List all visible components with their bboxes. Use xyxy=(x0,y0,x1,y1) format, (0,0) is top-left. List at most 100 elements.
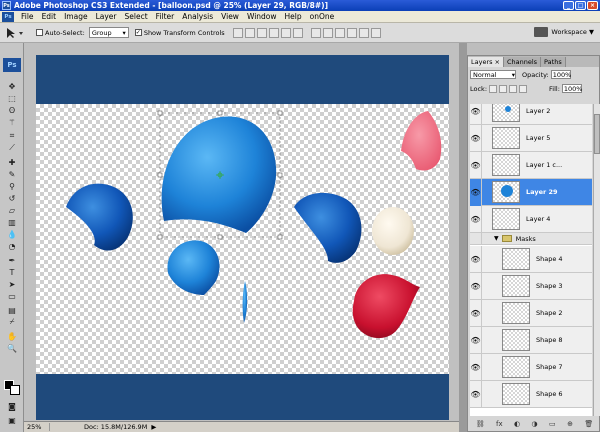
crop-tool-icon[interactable]: ⌗ xyxy=(5,131,19,141)
layer-row[interactable]: 👁 Shape 8 xyxy=(470,326,592,354)
screen-mode-icon[interactable]: ▣ xyxy=(5,415,19,425)
tab-layers[interactable]: Layers × xyxy=(468,57,504,67)
transform-handle[interactable] xyxy=(217,110,223,116)
tab-channels[interactable]: Channels xyxy=(503,57,542,67)
new-layer-icon[interactable]: ⊕ xyxy=(567,420,573,428)
menu-filter[interactable]: Filter xyxy=(152,12,179,21)
layer-row[interactable]: 👁 Layer 4 xyxy=(470,205,592,233)
menu-help[interactable]: Help xyxy=(281,12,306,21)
workspace-menu[interactable]: Workspace ▼ xyxy=(534,27,594,37)
hand-tool-icon[interactable]: ✋ xyxy=(5,331,19,341)
minimize-button[interactable]: _ xyxy=(563,1,574,10)
show-transform-checkbox[interactable]: ✓ xyxy=(134,29,142,36)
align-hcenter-icon[interactable] xyxy=(280,27,291,38)
link-layers-icon[interactable]: ⛓ xyxy=(476,420,485,428)
menu-image[interactable]: Image xyxy=(60,12,92,21)
transform-handle[interactable] xyxy=(157,234,163,240)
layer-row[interactable]: 👁 Layer 5 xyxy=(470,124,592,152)
pen-tool-icon[interactable]: ✒ xyxy=(5,255,19,265)
magic-wand-tool-icon[interactable]: ⚚ xyxy=(5,117,19,127)
transform-handle[interactable] xyxy=(277,234,283,240)
balloon-small[interactable] xyxy=(167,240,220,295)
visibility-eye-icon[interactable]: 👁 xyxy=(470,205,482,233)
visibility-eye-icon[interactable]: 👁 xyxy=(470,124,482,152)
distribute-bottom-icon[interactable] xyxy=(334,27,345,38)
balloon-red[interactable] xyxy=(352,274,420,339)
visibility-eye-icon[interactable]: 👁 xyxy=(470,326,482,354)
menu-onone[interactable]: onOne xyxy=(306,12,339,21)
balloon-cream[interactable] xyxy=(372,207,414,255)
layer-style-icon[interactable]: fx xyxy=(496,420,503,428)
lock-pixels-icon[interactable] xyxy=(499,84,508,93)
align-bottom-icon[interactable] xyxy=(256,27,267,38)
balloon-artwork[interactable] xyxy=(36,55,449,420)
visibility-eye-icon[interactable]: 👁 xyxy=(470,245,482,273)
menu-view[interactable]: View xyxy=(217,12,243,21)
transform-handle[interactable] xyxy=(277,172,283,178)
transform-handle[interactable] xyxy=(217,234,223,240)
status-menu-arrow-icon[interactable]: ▶ xyxy=(151,423,156,431)
zoom-tool-icon[interactable]: 🔍 xyxy=(5,343,19,353)
close-button[interactable]: × xyxy=(587,1,598,10)
delete-layer-icon[interactable]: 🗑 xyxy=(584,420,593,428)
quick-mask-icon[interactable]: ◙ xyxy=(5,401,19,411)
notes-tool-icon[interactable]: ▤ xyxy=(5,305,19,315)
visibility-eye-icon[interactable]: 👁 xyxy=(470,272,482,300)
transform-handle[interactable] xyxy=(157,110,163,116)
maximize-button[interactable]: □ xyxy=(575,1,586,10)
dodge-tool-icon[interactable]: ◔ xyxy=(5,241,19,251)
path-selection-tool-icon[interactable]: ➤ xyxy=(5,279,19,289)
align-right-icon[interactable] xyxy=(292,27,303,38)
zoom-level[interactable]: 25% xyxy=(24,423,50,431)
align-vcenter-icon[interactable] xyxy=(244,27,255,38)
align-top-icon[interactable] xyxy=(232,27,243,38)
close-tab-icon[interactable]: × xyxy=(495,58,500,66)
healing-brush-tool-icon[interactable]: ✚ xyxy=(5,157,19,167)
distribute-left-icon[interactable] xyxy=(346,27,357,38)
eraser-tool-icon[interactable]: ▱ xyxy=(5,205,19,215)
layer-group-row[interactable]: ▼ Masks xyxy=(470,232,592,245)
lock-transparency-icon[interactable] xyxy=(489,84,498,93)
menu-window[interactable]: Window xyxy=(243,12,281,21)
lock-position-icon[interactable] xyxy=(509,84,518,93)
layer-row[interactable]: 👁 Shape 3 xyxy=(470,272,592,300)
menu-analysis[interactable]: Analysis xyxy=(178,12,217,21)
scrollbar-thumb[interactable] xyxy=(594,114,600,154)
align-left-icon[interactable] xyxy=(268,27,279,38)
history-brush-tool-icon[interactable]: ↺ xyxy=(5,193,19,203)
layer-row[interactable]: 👁 Layer 2 xyxy=(470,104,592,125)
visibility-eye-icon[interactable] xyxy=(470,232,482,245)
shape-tool-icon[interactable]: ▭ xyxy=(5,291,19,301)
tool-preset-picker[interactable] xyxy=(4,26,30,40)
layer-row[interactable]: 👁 Shape 2 xyxy=(470,299,592,327)
layer-mask-icon[interactable]: ◐ xyxy=(514,420,520,428)
layer-row[interactable]: 👁 Shape 7 xyxy=(470,353,592,381)
visibility-eye-icon[interactable]: 👁 xyxy=(470,380,482,408)
brush-tool-icon[interactable]: ✎ xyxy=(5,169,19,179)
transform-handle[interactable] xyxy=(157,172,163,178)
menu-layer[interactable]: Layer xyxy=(92,12,121,21)
menu-select[interactable]: Select xyxy=(121,12,152,21)
transform-handle[interactable] xyxy=(277,110,283,116)
marquee-tool-icon[interactable]: ⬚ xyxy=(5,93,19,103)
layer-row[interactable]: 👁 Layer 1 c... xyxy=(470,151,592,179)
fill-input[interactable]: 100% xyxy=(561,84,582,93)
balloon-dark-left[interactable] xyxy=(66,183,133,251)
menu-edit[interactable]: Edit xyxy=(38,12,61,21)
layer-row-selected[interactable]: 👁 Layer 29 xyxy=(470,178,592,206)
type-tool-icon[interactable]: T xyxy=(5,267,19,277)
clone-stamp-tool-icon[interactable]: ⚲ xyxy=(5,181,19,191)
balloon-pink[interactable] xyxy=(401,111,442,171)
background-color-swatch[interactable] xyxy=(10,385,20,395)
opacity-input[interactable]: 100% xyxy=(550,70,571,79)
slice-tool-icon[interactable]: ⟋ xyxy=(5,143,19,153)
balloon-dark-right[interactable] xyxy=(294,192,362,263)
layer-list-scrollbar[interactable] xyxy=(593,104,600,416)
visibility-eye-icon[interactable]: 👁 xyxy=(470,104,482,125)
blend-mode-dropdown[interactable]: Normal ▾ xyxy=(470,70,516,79)
gradient-tool-icon[interactable]: ▥ xyxy=(5,217,19,227)
balloon-sliver[interactable] xyxy=(242,281,248,323)
document-window[interactable] xyxy=(36,55,449,420)
eyedropper-tool-icon[interactable]: ⌿ xyxy=(5,317,19,327)
auto-select-dropdown[interactable]: Group ▾ xyxy=(88,27,129,38)
